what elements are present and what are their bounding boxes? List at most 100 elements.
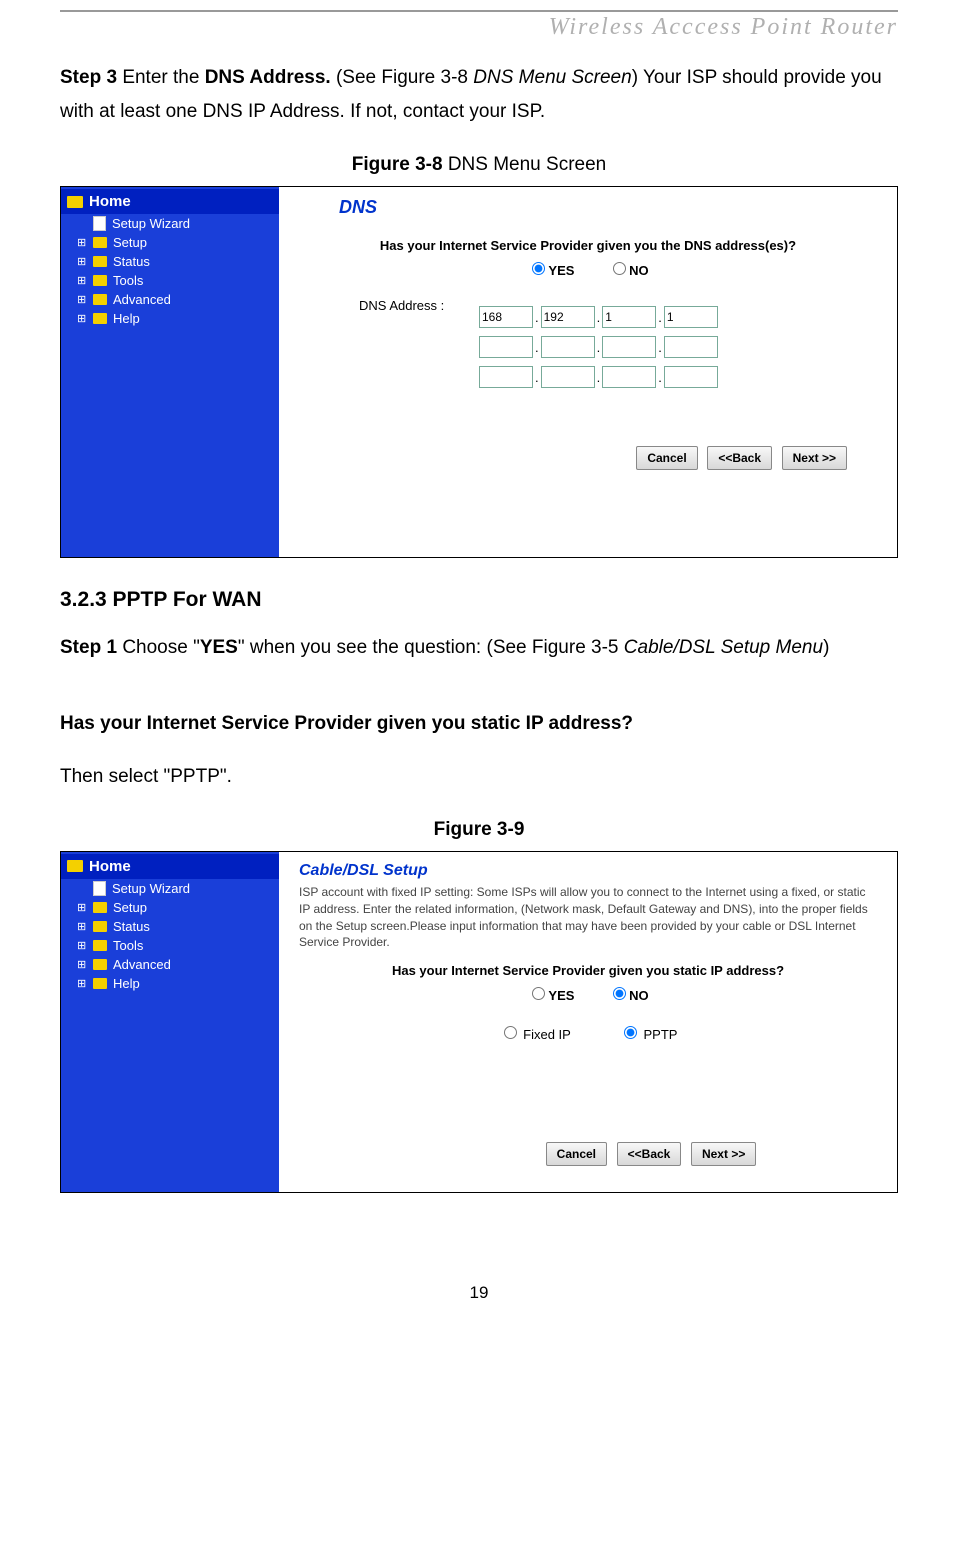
folder-icon [93,256,107,267]
sidebar-item-setup[interactable]: ⊞ Setup [61,233,279,252]
dns-input-1c[interactable] [602,306,656,328]
sidebar-item-label: Tools [113,938,143,953]
content-area: DNS Has your Internet Service Provider g… [279,187,897,557]
dns-title: DNS [339,197,877,218]
tree-plus-icon: ⊞ [77,312,87,325]
dns-row-3: . . . [479,366,718,388]
folder-icon [93,902,107,913]
sidebar: Home Setup Wizard ⊞ Setup ⊞ Status ⊞ Too… [61,852,279,1192]
sidebar-item-label: Help [113,311,140,326]
dns-question: Has your Internet Service Provider given… [299,238,877,253]
radio-fixed-ip-label: Fixed IP [499,1027,571,1042]
next-button[interactable]: Next >> [782,446,847,470]
then-select-text: Then select "PPTP". [60,760,898,794]
page-number: 19 [60,1283,898,1303]
sidebar-item-setup-wizard[interactable]: Setup Wizard [61,879,279,898]
dns-input-3b[interactable] [541,366,595,388]
sidebar-item-advanced[interactable]: ⊞ Advanced [61,955,279,974]
sidebar-home[interactable]: Home [61,189,279,214]
sidebar-item-label: Setup [113,900,147,915]
step1-text: Step 1 Choose "YES" when you see the que… [60,631,898,665]
folder-icon [93,275,107,286]
tree-plus-icon: ⊞ [77,958,87,971]
page-icon [93,881,106,896]
sidebar-item-setup-wizard[interactable]: Setup Wizard [61,214,279,233]
tree-plus-icon: ⊞ [77,939,87,952]
figure-3-8-screenshot: Home Setup Wizard ⊞ Setup ⊞ Status ⊞ Too… [60,186,898,558]
page-icon [93,216,106,231]
dns-input-1b[interactable] [541,306,595,328]
sidebar-item-label: Setup Wizard [112,881,190,896]
next-button[interactable]: Next >> [691,1142,756,1166]
cable-dsl-description: ISP account with fixed IP setting: Some … [299,884,877,951]
dns-input-2c[interactable] [602,336,656,358]
sidebar-item-help[interactable]: ⊞ Help [61,974,279,993]
folder-icon [93,940,107,951]
tree-plus-icon: ⊞ [77,977,87,990]
tree-plus-icon: ⊞ [77,255,87,268]
sidebar-item-status[interactable]: ⊞ Status [61,252,279,271]
folder-icon [93,294,107,305]
dns-input-2b[interactable] [541,336,595,358]
radio-no[interactable] [613,987,626,1000]
radio-pptp[interactable] [624,1026,637,1039]
folder-icon [93,237,107,248]
dns-input-1a[interactable] [479,306,533,328]
radio-yes[interactable] [532,262,545,275]
sidebar-home-label: Home [89,858,131,875]
tree-plus-icon: ⊞ [77,920,87,933]
dns-input-3a[interactable] [479,366,533,388]
radio-yes-label: YES [527,988,574,1003]
dns-row-2: . . . [479,336,718,358]
sidebar-item-tools[interactable]: ⊞ Tools [61,271,279,290]
dns-input-2d[interactable] [664,336,718,358]
sidebar-item-label: Status [113,919,150,934]
sidebar-item-tools[interactable]: ⊞ Tools [61,936,279,955]
sidebar-home[interactable]: Home [61,854,279,879]
section-heading: 3.2.3 PPTP For WAN [60,588,898,612]
back-button[interactable]: <<Back [707,446,772,470]
sidebar-item-label: Setup [113,235,147,250]
dns-input-3d[interactable] [664,366,718,388]
content-area: Cable/DSL Setup ISP account with fixed I… [279,852,897,1192]
tree-plus-icon: ⊞ [77,236,87,249]
figure-3-8-caption: Figure 3-8 DNS Menu Screen [60,154,898,176]
cancel-button[interactable]: Cancel [546,1142,607,1166]
sidebar-item-status[interactable]: ⊞ Status [61,917,279,936]
tree-plus-icon: ⊞ [77,293,87,306]
figure-3-9-screenshot: Home Setup Wizard ⊞ Setup ⊞ Status ⊞ Too… [60,851,898,1193]
sidebar-item-advanced[interactable]: ⊞ Advanced [61,290,279,309]
radio-yes[interactable] [532,987,545,1000]
cable-dsl-title: Cable/DSL Setup [299,862,877,880]
cancel-button[interactable]: Cancel [636,446,697,470]
tree-plus-icon: ⊞ [77,274,87,287]
folder-icon [93,921,107,932]
sidebar-item-setup[interactable]: ⊞ Setup [61,898,279,917]
sidebar-item-label: Status [113,254,150,269]
dns-input-1d[interactable] [664,306,718,328]
sidebar-item-label: Advanced [113,957,171,972]
sidebar-home-label: Home [89,193,131,210]
dns-row-1: . . . [479,306,718,328]
radio-fixed-ip[interactable] [504,1026,517,1039]
back-button[interactable]: <<Back [617,1142,682,1166]
folder-open-icon [67,196,83,208]
dns-input-2a[interactable] [479,336,533,358]
step3-text: Step 3 Enter the DNS Address. (See Figur… [60,61,898,129]
sidebar-item-label: Tools [113,273,143,288]
static-ip-question: Has your Internet Service Provider given… [299,963,877,978]
question-text: Has your Internet Service Provider given… [60,707,898,741]
sidebar-item-label: Help [113,976,140,991]
page-header: Wireless Acccess Point Router [60,14,898,41]
dns-address-label: DNS Address : [359,298,479,313]
folder-icon [93,313,107,324]
radio-no[interactable] [613,262,626,275]
sidebar-item-help[interactable]: ⊞ Help [61,309,279,328]
sidebar-item-label: Setup Wizard [112,216,190,231]
dns-input-3c[interactable] [602,366,656,388]
radio-yes-label: YES [527,263,574,278]
radio-no-label: NO [608,988,649,1003]
folder-icon [93,978,107,989]
figure-3-9-caption: Figure 3-9 [60,819,898,841]
folder-icon [93,959,107,970]
